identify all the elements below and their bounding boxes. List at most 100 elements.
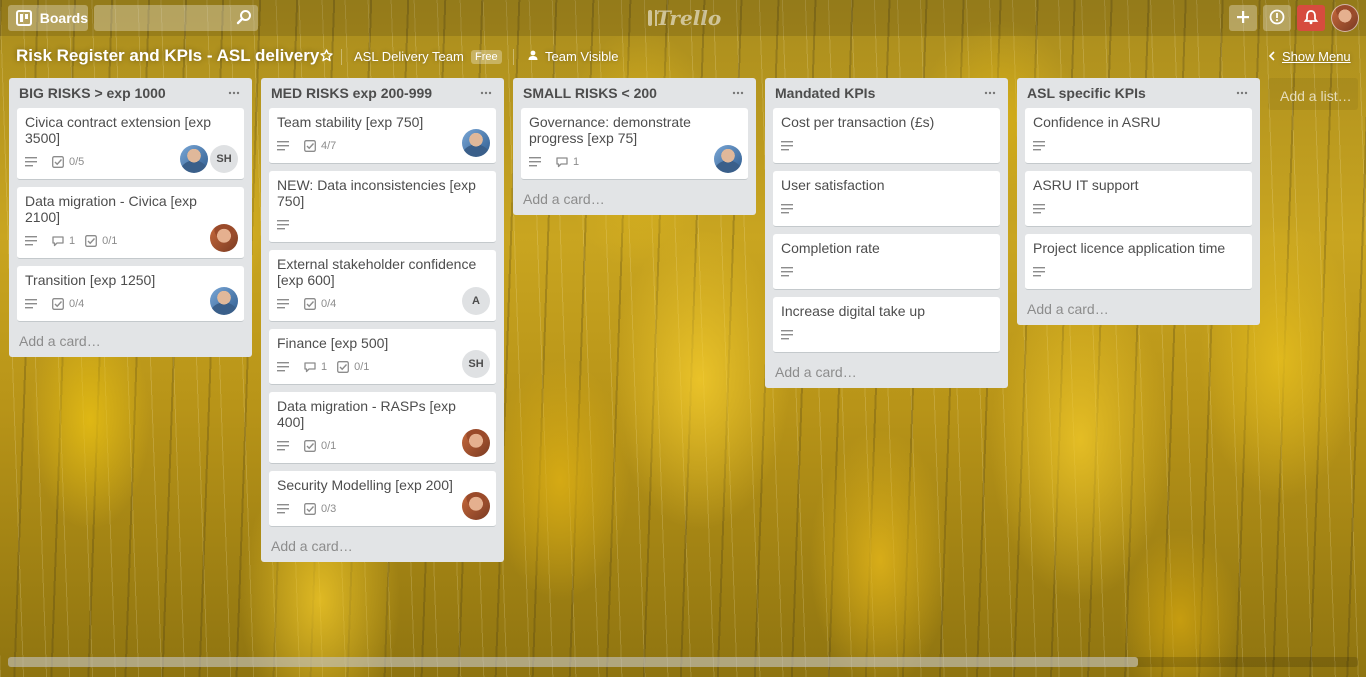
trello-logo[interactable]: Trello: [648, 5, 721, 31]
description-icon: [1033, 267, 1045, 277]
card-title: Finance [exp 500]: [277, 335, 389, 351]
show-menu-button[interactable]: Show Menu: [1268, 49, 1351, 64]
list-small-risks: SMALL RISKS < 200 Governance: demonstrat…: [513, 78, 756, 215]
description-icon: [529, 157, 541, 167]
card-title: Confidence in ASRU: [1033, 114, 1161, 130]
user-avatar[interactable]: [1331, 4, 1359, 32]
member-avatar[interactable]: [714, 145, 742, 173]
list-title[interactable]: SMALL RISKS < 200: [523, 85, 657, 101]
add-card-button[interactable]: Add a card…: [269, 534, 496, 556]
list-header[interactable]: SMALL RISKS < 200: [521, 78, 748, 108]
info-button[interactable]: [1263, 5, 1291, 31]
team-link[interactable]: ASL Delivery Team: [354, 49, 464, 64]
comment-count: 1: [69, 235, 76, 247]
card[interactable]: NEW: Data inconsistencies [exp 750]: [269, 171, 496, 243]
checklist-count: 0/1: [321, 440, 337, 452]
list-title[interactable]: MED RISKS exp 200-999: [271, 85, 432, 101]
divider: [513, 49, 514, 65]
notifications-button[interactable]: [1297, 5, 1325, 31]
checklist-icon: [304, 298, 316, 310]
search-input[interactable]: [94, 5, 258, 31]
add-button[interactable]: [1229, 5, 1257, 31]
card-title: Project licence application time: [1033, 240, 1226, 256]
list-menu-icon[interactable]: [1234, 85, 1250, 101]
list-header[interactable]: MED RISKS exp 200-999: [269, 78, 496, 108]
card-title: Security Modelling [exp 200]: [277, 477, 453, 493]
member-avatar[interactable]: [180, 145, 208, 173]
checklist-icon: [85, 235, 98, 247]
card-title: ASRU IT support: [1033, 177, 1139, 193]
description-icon: [781, 141, 793, 151]
member-avatar[interactable]: SH: [210, 145, 238, 173]
description-icon: [25, 236, 37, 246]
list-menu-icon[interactable]: [478, 85, 494, 101]
list-title[interactable]: ASL specific KPIs: [1027, 85, 1146, 101]
scrollbar-thumb[interactable]: [8, 657, 1138, 667]
card[interactable]: Data migration - RASPs [exp 400] 0/1: [269, 392, 496, 464]
list-title[interactable]: BIG RISKS > exp 1000: [19, 85, 166, 101]
description-badge: [781, 267, 798, 277]
member-avatar[interactable]: A: [462, 287, 490, 315]
checklist-icon: [52, 156, 64, 168]
list-med-risks: MED RISKS exp 200-999 Team stability [ex…: [261, 78, 504, 562]
description-icon: [1033, 204, 1045, 214]
description-icon: [277, 220, 289, 230]
boards-icon: [12, 10, 36, 26]
member-avatar[interactable]: [462, 429, 490, 457]
description-icon: [25, 157, 37, 167]
list-header[interactable]: ASL specific KPIs: [1025, 78, 1252, 108]
star-board-button[interactable]: [316, 47, 336, 67]
list-header[interactable]: Mandated KPIs: [773, 78, 1000, 108]
card[interactable]: Increase digital take up: [773, 297, 1000, 353]
comments-badge: 1: [52, 235, 75, 247]
list-menu-icon[interactable]: [226, 85, 242, 101]
comment-count: 1: [321, 361, 328, 373]
list-menu-icon[interactable]: [730, 85, 746, 101]
member-avatar[interactable]: SH: [462, 350, 490, 378]
boards-button[interactable]: Boards: [8, 5, 88, 31]
description-badge: [277, 299, 294, 309]
member-avatar[interactable]: [210, 287, 238, 315]
list-menu-icon[interactable]: [982, 85, 998, 101]
member-avatar[interactable]: [462, 492, 490, 520]
add-card-button[interactable]: Add a card…: [521, 187, 748, 209]
card[interactable]: Completion rate: [773, 234, 1000, 290]
list-title[interactable]: Mandated KPIs: [775, 85, 875, 101]
description-icon: [277, 362, 289, 372]
card[interactable]: User satisfaction: [773, 171, 1000, 227]
chevron-left-icon: [1268, 49, 1276, 64]
card-title: Cost per transaction (£s): [781, 114, 935, 130]
list-header[interactable]: BIG RISKS > exp 1000: [17, 78, 244, 108]
member-avatar[interactable]: [210, 224, 238, 252]
description-icon: [781, 330, 793, 340]
card-title: NEW: Data inconsistencies [exp 750]: [277, 177, 476, 209]
info-icon: [1269, 9, 1285, 28]
card-title: Increase digital take up: [781, 303, 925, 319]
card[interactable]: Confidence in ASRU: [1025, 108, 1252, 164]
card[interactable]: Team stability [exp 750] 4/7: [269, 108, 496, 164]
card[interactable]: Data migration - Civica [exp 2100] 1 0/1: [17, 187, 244, 259]
card[interactable]: Security Modelling [exp 200] 0/3: [269, 471, 496, 527]
card[interactable]: Project licence application time: [1025, 234, 1252, 290]
add-list-button[interactable]: Add a list…: [1268, 78, 1358, 110]
bell-icon: [1303, 9, 1319, 28]
card[interactable]: Civica contract extension [exp 3500] 0/5…: [17, 108, 244, 180]
card[interactable]: Finance [exp 500] 1 0/1 SH: [269, 329, 496, 385]
card[interactable]: ASRU IT support: [1025, 171, 1252, 227]
description-badge: [277, 362, 294, 372]
add-card-button[interactable]: Add a card…: [1025, 297, 1252, 319]
checklist-badge: 0/3: [304, 503, 336, 515]
add-card-button[interactable]: Add a card…: [773, 360, 1000, 382]
visibility-button[interactable]: Team Visible: [527, 49, 618, 64]
card[interactable]: Transition [exp 1250] 0/4: [17, 266, 244, 322]
add-card-button[interactable]: Add a card…: [17, 329, 244, 351]
member-avatar[interactable]: [462, 129, 490, 157]
comments-badge: 1: [304, 361, 327, 373]
show-menu-label: Show Menu: [1282, 49, 1351, 64]
card[interactable]: Cost per transaction (£s): [773, 108, 1000, 164]
checklist-badge: 0/1: [304, 440, 336, 452]
comment-count: 1: [573, 156, 580, 168]
card[interactable]: Governance: demonstrate progress [exp 75…: [521, 108, 748, 180]
card[interactable]: External stakeholder confidence [exp 600…: [269, 250, 496, 322]
board-title[interactable]: Risk Register and KPIs - ASL delivery: [16, 46, 319, 68]
